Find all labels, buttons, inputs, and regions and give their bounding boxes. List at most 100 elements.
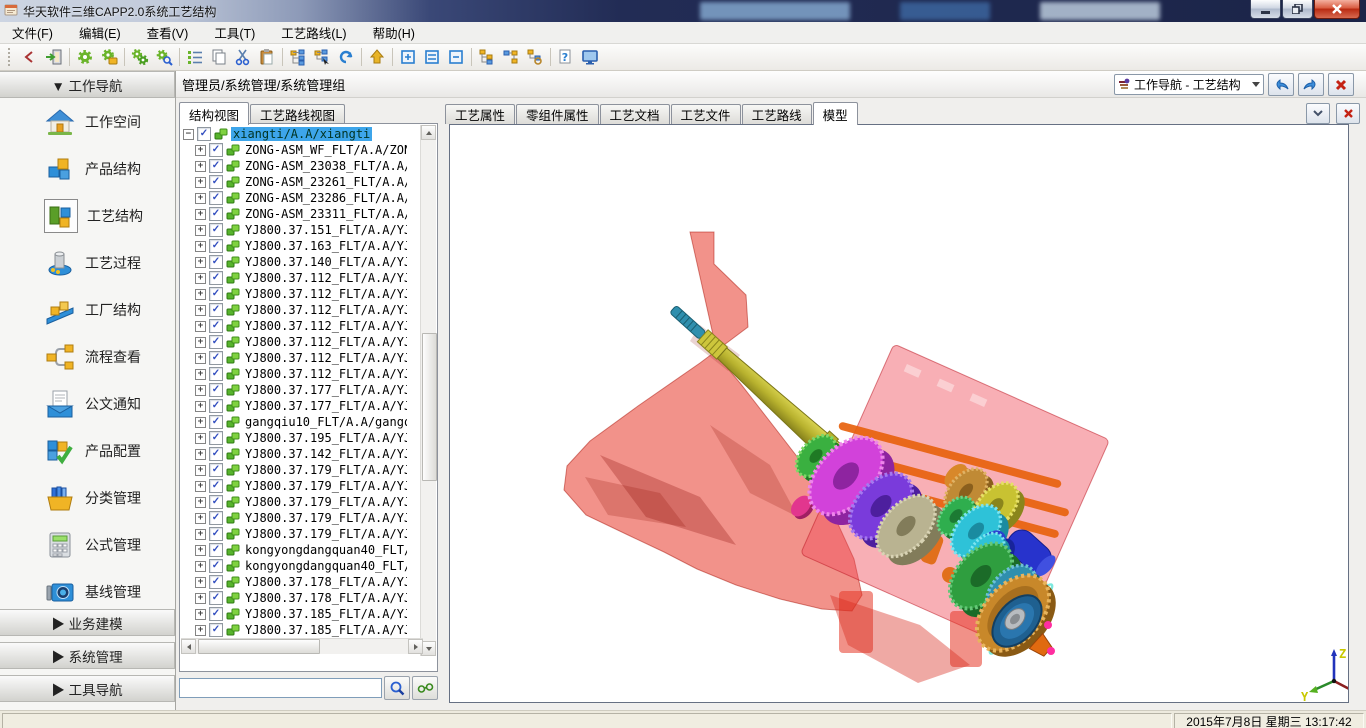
back-icon[interactable] xyxy=(18,46,42,68)
tree-item[interactable]: +✓kongyongdangquan40_FLT/A xyxy=(181,558,407,574)
collapse-expander-icon[interactable]: − xyxy=(183,129,194,140)
tree-item-checkbox[interactable]: ✓ xyxy=(209,543,223,557)
sidebar-item-classify-manage[interactable]: 分类管理 xyxy=(0,474,175,521)
tree-item[interactable]: +✓kongyongdangquan40_FLT/A xyxy=(181,542,407,558)
expand-expander-icon[interactable]: + xyxy=(195,321,206,332)
expand-expander-icon[interactable]: + xyxy=(195,449,206,460)
expand-expander-icon[interactable]: + xyxy=(195,417,206,428)
menu-view[interactable]: 查看(V) xyxy=(147,23,189,42)
expand-expander-icon[interactable]: + xyxy=(195,209,206,220)
tree-item[interactable]: +✓YJ800.37.179_FLT/A.A/YJ8 xyxy=(181,526,407,542)
minimize-button[interactable] xyxy=(1250,0,1281,19)
tree-add-icon[interactable] xyxy=(475,46,499,68)
tree-item[interactable]: +✓YJ800.37.163_FLT/A.A/YJ8 xyxy=(181,238,407,254)
tree-item-checkbox[interactable]: ✓ xyxy=(209,447,223,461)
sidebar-item-product-structure[interactable]: 产品结构 xyxy=(0,145,175,192)
tree-item[interactable]: +✓YJ800.37.142_FLT/A.A/YJ8 xyxy=(181,446,407,462)
sidebar-header[interactable]: ▼ 工作导航 xyxy=(0,71,175,98)
expand-expander-icon[interactable]: + xyxy=(195,577,206,588)
tree-view-button[interactable] xyxy=(412,676,438,700)
tree-item-checkbox[interactable]: ✓ xyxy=(209,143,223,157)
sidebar-item-factory-structure[interactable]: 工厂结构 xyxy=(0,286,175,333)
tree-item[interactable]: +✓YJ800.37.195_FLT/A.A/YJ8 xyxy=(181,430,407,446)
expand-expander-icon[interactable]: + xyxy=(195,257,206,268)
tree-item-checkbox[interactable]: ✓ xyxy=(209,607,223,621)
tree-item-checkbox[interactable]: ✓ xyxy=(209,415,223,429)
import-workspace-icon[interactable] xyxy=(42,46,66,68)
navigation-selector[interactable]: 工作导航 - 工艺结构 xyxy=(1114,74,1264,95)
tree-item[interactable]: +✓YJ800.37.151_FLT/A.A/YJ8 xyxy=(181,222,407,238)
tree-item[interactable]: +✓YJ800.37.140_FLT/A.A/YJ8 xyxy=(181,254,407,270)
expand-expander-icon[interactable]: + xyxy=(195,241,206,252)
tree-horizontal-scrollbar[interactable] xyxy=(181,638,423,654)
panel-collapse-button[interactable] xyxy=(1306,103,1330,124)
copy-icon[interactable] xyxy=(207,46,231,68)
expand-expander-icon[interactable]: + xyxy=(195,561,206,572)
tab-component-attributes[interactable]: 零组件属性 xyxy=(516,104,599,124)
expand-expander-icon[interactable]: + xyxy=(195,625,206,636)
settings-search-icon[interactable] xyxy=(152,46,176,68)
menu-help[interactable]: 帮助(H) xyxy=(373,23,415,42)
expand-expander-icon[interactable]: + xyxy=(195,273,206,284)
expand-expander-icon[interactable]: + xyxy=(195,497,206,508)
expand-expander-icon[interactable]: + xyxy=(195,177,206,188)
tree-item-checkbox[interactable]: ✓ xyxy=(209,239,223,253)
tree-item-checkbox[interactable]: ✓ xyxy=(209,463,223,477)
tab-process-document[interactable]: 工艺文档 xyxy=(600,104,670,124)
tree-item[interactable]: +✓YJ800.37.177_FLT/A.A/YJ8 xyxy=(181,382,407,398)
tree-item[interactable]: +✓ZONG-ASM_WF_FLT/A.A/ZONG xyxy=(181,142,407,158)
tree-item-checkbox[interactable]: ✓ xyxy=(209,271,223,285)
expand-expander-icon[interactable]: + xyxy=(195,545,206,556)
expand-expander-icon[interactable]: + xyxy=(195,593,206,604)
tree-item[interactable]: +✓YJ800.37.179_FLT/A.A/YJ8 xyxy=(181,478,407,494)
sidebar-item-formula-manage[interactable]: 公式管理 xyxy=(0,521,175,568)
refresh-icon[interactable] xyxy=(334,46,358,68)
expand-expander-icon[interactable]: + xyxy=(195,353,206,364)
close-button[interactable] xyxy=(1314,0,1360,19)
tree-item[interactable]: +✓YJ800.37.112_FLT/A.A/YJ8 xyxy=(181,366,407,382)
tree-item[interactable]: +✓YJ800.37.112_FLT/A.A/YJ8 xyxy=(181,318,407,334)
tree-item[interactable]: +✓YJ800.37.185_FLT/A.A/YJ8 xyxy=(181,606,407,622)
toolbar-grip[interactable] xyxy=(8,48,14,66)
tab-process-file[interactable]: 工艺文件 xyxy=(671,104,741,124)
scrollbar-thumb[interactable] xyxy=(422,333,437,481)
expand-expander-icon[interactable]: + xyxy=(195,401,206,412)
tree-item-checkbox[interactable]: ✓ xyxy=(209,191,223,205)
tree-select-icon[interactable] xyxy=(310,46,334,68)
panel-close-button[interactable] xyxy=(1336,103,1360,124)
tree-item[interactable]: +✓YJ800.37.112_FLT/A.A/YJ8 xyxy=(181,350,407,366)
tree-item-checkbox[interactable]: ✓ xyxy=(209,399,223,413)
tree-item-checkbox[interactable]: ✓ xyxy=(209,623,223,637)
display-icon[interactable] xyxy=(578,46,602,68)
tree-vertical-scrollbar[interactable] xyxy=(420,125,436,656)
sidebar-section-tool-navigation[interactable]: ▶ 工具导航 xyxy=(0,675,175,702)
expand-fit-icon[interactable] xyxy=(420,46,444,68)
tree-item-checkbox[interactable]: ✓ xyxy=(209,159,223,173)
scroll-down-button[interactable] xyxy=(421,641,436,656)
tree-item-checkbox[interactable]: ✓ xyxy=(209,591,223,605)
tree-item-checkbox[interactable]: ✓ xyxy=(209,495,223,509)
tree-item[interactable]: +✓YJ800.37.179_FLT/A.A/YJ8 xyxy=(181,494,407,510)
tree-item[interactable]: +✓ZONG-ASM_23286_FLT/A.A/Z xyxy=(181,190,407,206)
tree-search-icon[interactable] xyxy=(523,46,547,68)
sidebar-item-process-structure[interactable]: 工艺结构 xyxy=(0,192,175,239)
expand-expander-icon[interactable]: + xyxy=(195,145,206,156)
tree-item-checkbox[interactable]: ✓ xyxy=(209,223,223,237)
nav-forward-button[interactable] xyxy=(1298,73,1324,96)
sidebar-item-workspace[interactable]: 工作空间 xyxy=(0,98,175,145)
tree-item[interactable]: +✓YJ800.37.112_FLT/A.A/YJ8 xyxy=(181,302,407,318)
tree-item-checkbox[interactable]: ✓ xyxy=(209,383,223,397)
tree-item-checkbox[interactable]: ✓ xyxy=(209,303,223,317)
tree-item-checkbox[interactable]: ✓ xyxy=(209,575,223,589)
sidebar-section-business-modeling[interactable]: ▶ 业务建模 xyxy=(0,609,175,636)
tree-item[interactable]: +✓ZONG-ASM_23038_FLT/A.A/Z xyxy=(181,158,407,174)
home-icon[interactable] xyxy=(365,46,389,68)
settings-icon[interactable] xyxy=(73,46,97,68)
model-viewport[interactable]: Z X Y xyxy=(449,124,1349,703)
expand-expander-icon[interactable]: + xyxy=(195,193,206,204)
sidebar-item-flow-view[interactable]: 流程查看 xyxy=(0,333,175,380)
tree-search-input[interactable] xyxy=(179,678,382,698)
tree-item[interactable]: −✓xiangti/A.A/xiangti xyxy=(181,126,407,142)
tab-process-route-view[interactable]: 工艺路线视图 xyxy=(250,104,345,124)
collapse-all-icon[interactable] xyxy=(444,46,468,68)
